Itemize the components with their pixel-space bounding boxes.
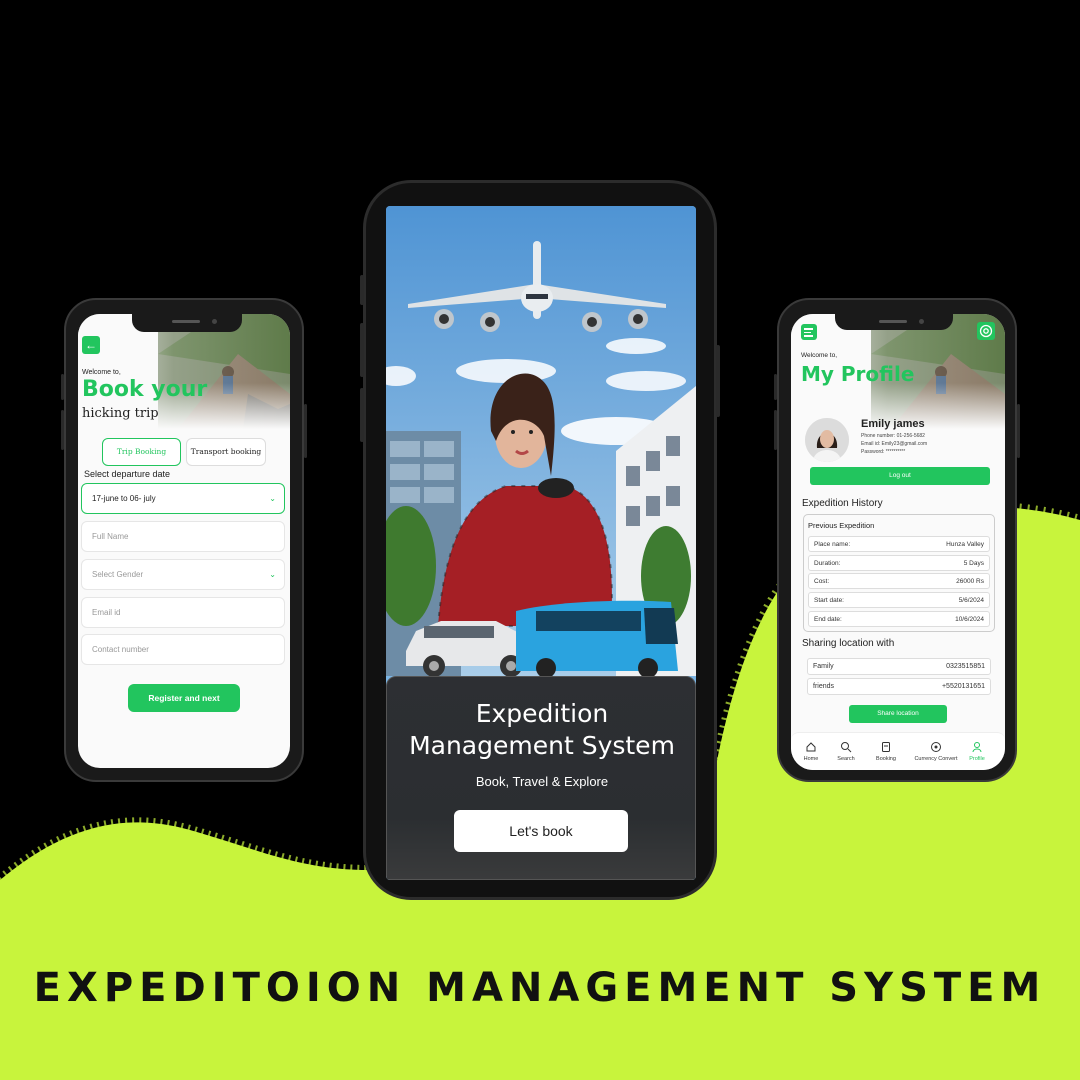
page-title: My Profile — [801, 362, 915, 386]
history-box: Previous Expedition Place name: Hunza Val… — [803, 514, 995, 632]
chevron-down-icon: ⌄ — [269, 570, 276, 579]
nav-currency-convert[interactable]: Currency Convert — [910, 737, 962, 762]
history-box-title: Previous Expedition — [808, 521, 875, 530]
history-row: Duration: 5 Days — [808, 555, 990, 571]
date-value: 17-june to 06- july — [92, 494, 156, 503]
bus-graphic — [516, 600, 678, 676]
phone-booking: ← Welcome to, Book your hicking trip Tri… — [61, 298, 307, 782]
page-subtitle: hicking trip — [82, 406, 159, 421]
splash-screen: Expedition Management System Book, Trave… — [386, 206, 696, 880]
share-location-button[interactable]: Share location — [849, 705, 947, 723]
history-row: Start date: 5/6/2024 — [808, 592, 990, 608]
intro-panel: Expedition Management System Book, Trave… — [386, 676, 696, 880]
profile-screen: Welcome to, My Profile Emily james Phone… — [791, 314, 1005, 770]
app-title-line1: Expedition — [475, 699, 609, 728]
history-row: End date: 10/6/2024 — [808, 611, 990, 627]
phone-splash: Expedition Management System Book, Trave… — [360, 180, 720, 900]
avatar — [805, 418, 849, 462]
full-name-input[interactable]: Full Name — [81, 521, 285, 552]
home-icon — [806, 742, 816, 752]
arrow-left-icon: ← — [85, 338, 97, 352]
headline: EXPEDITOION MANAGEMENT SYSTEM — [33, 965, 1047, 1011]
menu-button[interactable] — [801, 324, 817, 340]
currency-icon — [931, 742, 941, 752]
app-title-line2: Management System — [409, 731, 675, 760]
register-next-button[interactable]: Register and next — [128, 684, 240, 712]
tab-trip-booking[interactable]: Trip Booking — [102, 438, 181, 466]
app-tagline: Book, Travel & Explore — [475, 774, 609, 789]
nav-booking[interactable]: Booking — [866, 737, 906, 762]
lets-book-button[interactable]: Let's book — [454, 810, 628, 852]
search-icon — [841, 742, 852, 753]
chevron-down-icon: ⌄ — [269, 494, 276, 503]
sharing-title: Sharing location with — [802, 638, 895, 649]
profile-icon — [972, 742, 982, 753]
welcome-text: Welcome to, — [801, 352, 838, 359]
nav-search[interactable]: Search — [826, 737, 866, 762]
profile-phone: Phone number: 01-256-5682 — [861, 433, 925, 439]
email-input[interactable]: Email id — [81, 597, 285, 628]
profile-name: Emily james — [861, 418, 925, 430]
booking-screen: ← Welcome to, Book your hicking trip Tri… — [78, 314, 290, 768]
booking-icon — [882, 742, 890, 752]
history-title: Expedition History — [802, 498, 883, 509]
settings-button[interactable] — [977, 322, 995, 340]
gender-select[interactable]: Select Gender ⌄ — [81, 559, 285, 590]
profile-password: Password: ********** — [861, 449, 906, 455]
notch — [132, 314, 242, 332]
gender-placeholder: Select Gender — [92, 570, 144, 579]
nav-home[interactable]: Home — [791, 737, 831, 762]
sharing-row: friends +5520131651 — [807, 678, 991, 695]
departure-label: Select departure date — [84, 469, 171, 479]
sharing-row: Family 0323515851 — [807, 658, 991, 675]
logout-button[interactable]: Log out — [810, 467, 990, 485]
phone-profile: Welcome to, My Profile Emily james Phone… — [774, 298, 1020, 782]
bottom-nav: Home Search Booking Currency Convert Pro… — [791, 732, 1005, 770]
profile-email: Email id: Emily23@gmail.com — [861, 441, 928, 447]
nav-profile[interactable]: Profile — [957, 737, 997, 762]
welcome-text: Welcome to, — [82, 369, 121, 376]
departure-date-select[interactable]: 17-june to 06- july ⌄ — [81, 483, 285, 514]
notch — [835, 314, 953, 330]
history-row: Place name: Hunza Valley — [808, 536, 990, 552]
page-title: Book your — [82, 377, 208, 402]
tab-transport-booking[interactable]: Transport booking — [186, 438, 266, 466]
back-button[interactable]: ← — [82, 336, 100, 354]
contact-input[interactable]: Contact number — [81, 634, 285, 665]
travel-hero-image — [386, 206, 696, 676]
gear-icon — [979, 324, 993, 338]
history-row: Cost: 26000 Rs — [808, 573, 990, 589]
